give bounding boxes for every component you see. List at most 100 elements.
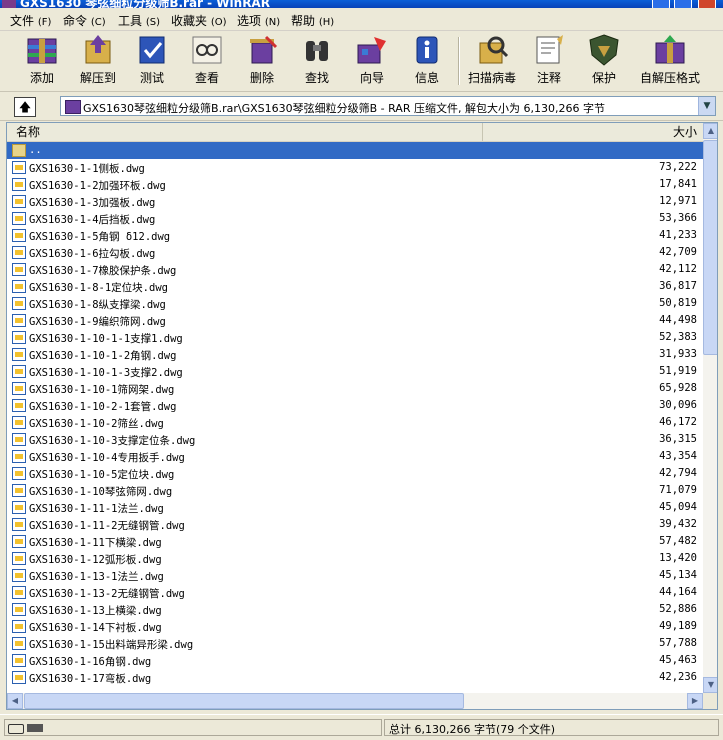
file-name: GXS1630-1-16角钢.dwg [29, 656, 152, 668]
extract-to-button[interactable]: 解压到 [70, 33, 126, 89]
column-header-size[interactable]: 大小 [484, 123, 703, 141]
file-name: GXS1630-1-10-1筛网架.dwg [29, 384, 175, 396]
file-name: GXS1630-1-11-1法兰.dwg [29, 503, 164, 515]
file-row[interactable]: GXS1630-1-3加强板.dwg 12,971 [7, 193, 703, 210]
delete-button[interactable]: 删除 [234, 33, 290, 89]
extract-to-icon [85, 35, 111, 64]
file-row[interactable]: GXS1630-1-11-2无缝钢管.dwg 39,432 [7, 516, 703, 533]
file-row[interactable]: GXS1630-1-12弧形板.dwg 13,420 [7, 550, 703, 567]
file-name: GXS1630-1-4后挡板.dwg [29, 214, 156, 226]
file-name: GXS1630-1-8-1定位块.dwg [29, 282, 168, 294]
file-row[interactable]: GXS1630-1-8纵支撑梁.dwg 50,819 [7, 295, 703, 312]
scroll-right-button[interactable]: ▶ [687, 693, 703, 709]
file-size: 36,817 [659, 280, 697, 292]
dwg-file-icon [12, 161, 26, 174]
window-title: GXS1630 琴弦细粒分级筛B.rar - WinRAR [20, 0, 270, 8]
vertical-scrollbar[interactable]: ▲ ▼ [703, 123, 717, 693]
file-row[interactable]: GXS1630-1-10-2筛丝.dwg 46,172 [7, 414, 703, 431]
file-size: 36,315 [659, 433, 697, 445]
file-row[interactable]: GXS1630-1-15出料端异形梁.dwg 57,788 [7, 635, 703, 652]
find-button[interactable]: 查找 [289, 33, 345, 89]
file-row[interactable]: GXS1630-1-13上横梁.dwg 52,886 [7, 601, 703, 618]
file-row[interactable]: GXS1630-1-1侧板.dwg 73,222 [7, 159, 703, 176]
file-row[interactable]: GXS1630-1-13-2无缝钢管.dwg 44,164 [7, 584, 703, 601]
file-row[interactable]: GXS1630-1-2加强环板.dwg 17,841 [7, 176, 703, 193]
add-button[interactable]: 添加 [14, 33, 70, 89]
file-name: GXS1630-1-10-1-1支撑1.dwg [29, 333, 183, 345]
file-size: 17,841 [659, 178, 697, 190]
column-header-name[interactable]: 名称 [7, 123, 483, 141]
menu-favorites[interactable]: 收藏夹 (O) [171, 12, 227, 29]
test-icon [139, 36, 165, 64]
sfx-button[interactable]: 自解压格式 [638, 33, 702, 89]
file-size: 45,094 [659, 501, 697, 513]
horizontal-scrollbar[interactable]: ◀ ▶ [7, 693, 703, 709]
vertical-scroll-thumb[interactable] [703, 140, 717, 355]
file-size: 65,928 [659, 382, 697, 394]
file-row[interactable]: GXS1630-1-9编织筛网.dwg 44,498 [7, 312, 703, 329]
dwg-file-icon [12, 280, 26, 293]
file-row[interactable]: GXS1630-1-4后挡板.dwg 53,366 [7, 210, 703, 227]
parent-folder-row[interactable]: .. [7, 142, 703, 159]
menu-help[interactable]: 帮助 (H) [291, 12, 334, 29]
menu-file[interactable]: 文件 (F) [10, 12, 51, 29]
minimize-button[interactable] [652, 0, 670, 8]
key-icon[interactable] [27, 724, 43, 732]
view-icon [192, 36, 222, 64]
file-row[interactable]: GXS1630-1-5角钢 δ12.dwg 41,233 [7, 227, 703, 244]
file-row[interactable]: GXS1630-1-14下衬板.dwg 49,189 [7, 618, 703, 635]
file-name: GXS1630-1-11-2无缝钢管.dwg [29, 520, 185, 532]
file-row[interactable]: GXS1630-1-10-1筛网架.dwg 65,928 [7, 380, 703, 397]
file-row[interactable]: GXS1630-1-13-1法兰.dwg 45,134 [7, 567, 703, 584]
up-folder-button[interactable]: 🡅 [14, 97, 36, 117]
test-button[interactable]: 测试 [124, 33, 180, 89]
dwg-file-icon [12, 501, 26, 514]
drive-icon[interactable] [8, 724, 24, 734]
file-size: 57,788 [659, 637, 697, 649]
file-row[interactable]: GXS1630-1-10-1-3支撑2.dwg 51,919 [7, 363, 703, 380]
file-name: GXS1630-1-3加强板.dwg [29, 197, 156, 209]
scroll-down-button[interactable]: ▼ [703, 677, 717, 693]
file-row[interactable]: GXS1630-1-11下横梁.dwg 57,482 [7, 533, 703, 550]
info-button[interactable]: 信息 [399, 33, 455, 89]
maximize-button[interactable] [674, 0, 692, 8]
virus-scan-button[interactable]: 扫描病毒 [464, 33, 520, 89]
rar-archive-icon [65, 100, 81, 114]
dwg-file-icon [12, 450, 26, 463]
dwg-file-icon [12, 637, 26, 650]
file-row[interactable]: GXS1630-1-11-1法兰.dwg 45,094 [7, 499, 703, 516]
file-row[interactable]: GXS1630-1-10琴弦筛网.dwg 71,079 [7, 482, 703, 499]
file-name: GXS1630-1-8纵支撑梁.dwg [29, 299, 166, 311]
file-row[interactable]: GXS1630-1-10-4专用扳手.dwg 43,354 [7, 448, 703, 465]
scroll-up-button[interactable]: ▲ [703, 123, 717, 139]
status-summary: 总计 6,130,266 字节(79 个文件) [389, 723, 556, 736]
file-row[interactable]: GXS1630-1-10-1-2角钢.dwg 31,933 [7, 346, 703, 363]
chevron-down-icon[interactable]: ▼ [698, 97, 715, 115]
menu-tools[interactable]: 工具 (S) [118, 12, 160, 29]
file-row[interactable]: GXS1630-1-10-5定位块.dwg 42,794 [7, 465, 703, 482]
wizard-button[interactable]: 向导 [344, 33, 400, 89]
menu-options[interactable]: 选项 (N) [237, 12, 280, 29]
file-list[interactable]: 名称 大小 .. GXS1630-1-1侧板.dwg 73,222 GXS1630-… [6, 122, 718, 710]
close-button[interactable] [698, 0, 716, 8]
file-row[interactable]: GXS1630-1-10-3支撑定位条.dwg 36,315 [7, 431, 703, 448]
protect-button[interactable]: 保护 [576, 33, 632, 89]
file-row[interactable]: GXS1630-1-7橡胶保护条.dwg 42,112 [7, 261, 703, 278]
dwg-file-icon [12, 552, 26, 565]
status-summary-panel: 总计 6,130,266 字节(79 个文件) [384, 719, 719, 736]
file-rows: .. GXS1630-1-1侧板.dwg 73,222 GXS1630-1-2加强环… [7, 142, 703, 686]
horizontal-scroll-thumb[interactable] [24, 693, 464, 709]
file-size: 52,886 [659, 603, 697, 615]
file-row[interactable]: GXS1630-1-8-1定位块.dwg 36,817 [7, 278, 703, 295]
file-row[interactable]: GXS1630-1-10-1-1支撑1.dwg 52,383 [7, 329, 703, 346]
comment-button[interactable]: 注释 [521, 33, 577, 89]
view-button[interactable]: 查看 [179, 33, 235, 89]
dwg-file-icon [12, 416, 26, 429]
file-row[interactable]: GXS1630-1-17弯板.dwg 42,236 [7, 669, 703, 686]
scroll-left-button[interactable]: ◀ [7, 693, 23, 709]
file-row[interactable]: GXS1630-1-6拉勾板.dwg 42,709 [7, 244, 703, 261]
path-combobox[interactable]: GXS1630琴弦细粒分级筛B.rar\GXS1630琴弦细粒分级筛B - RA… [60, 96, 716, 116]
menu-commands[interactable]: 命令 (C) [63, 12, 106, 29]
file-row[interactable]: GXS1630-1-10-2-1套管.dwg 30,096 [7, 397, 703, 414]
file-row[interactable]: GXS1630-1-16角钢.dwg 45,463 [7, 652, 703, 669]
